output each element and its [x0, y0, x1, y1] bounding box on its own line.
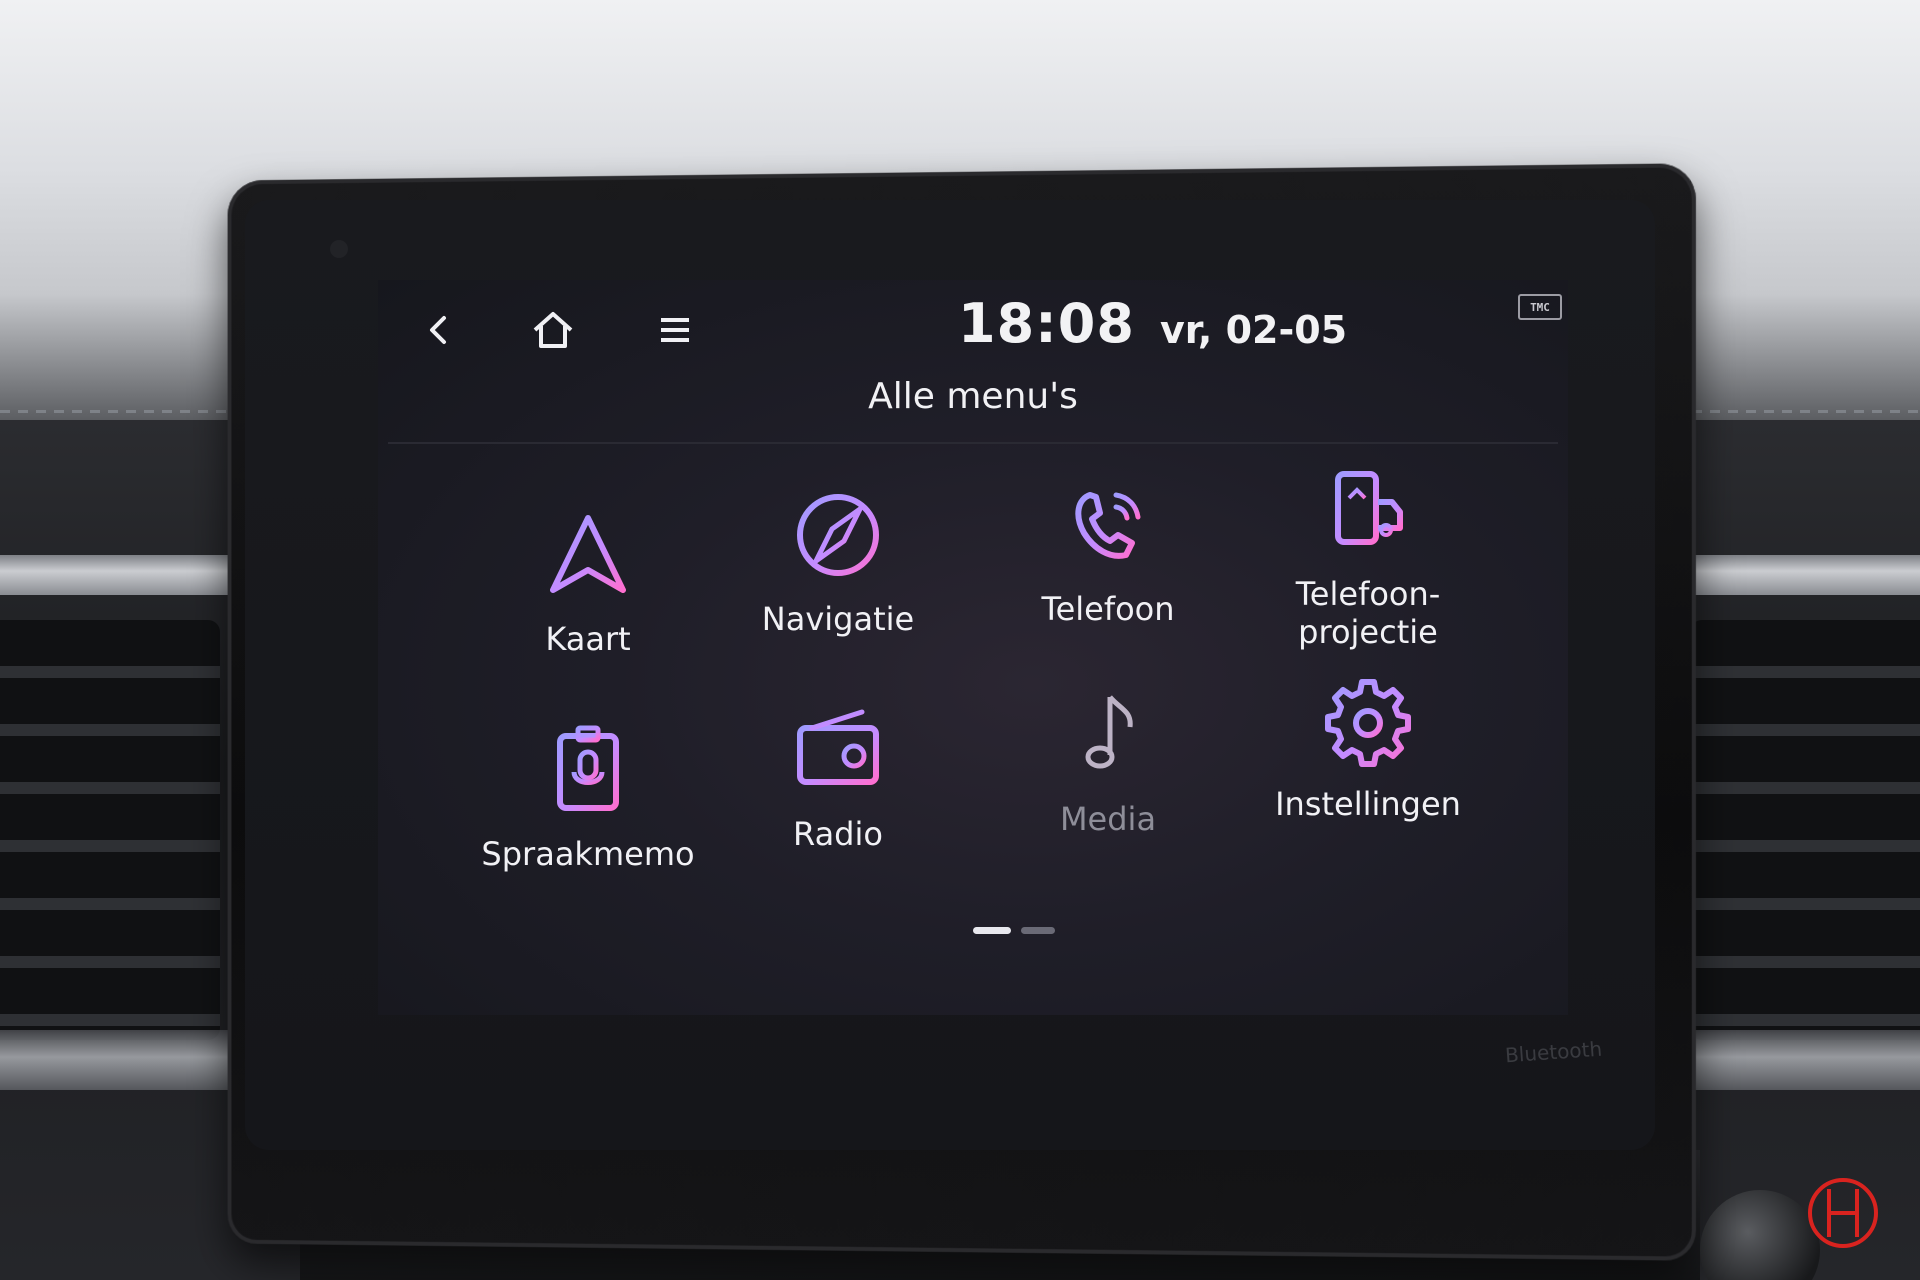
- phone-handset-icon: [1053, 470, 1163, 580]
- page-indicator-dot-active[interactable]: [973, 927, 1011, 934]
- car-dashboard-scene: Bluetooth 18:08 vr, 02-05 TMC Alle menu'…: [0, 0, 1920, 1280]
- header-divider: [388, 442, 1558, 444]
- home-button[interactable]: [518, 300, 588, 360]
- app-label: Telefoon- projectie: [1296, 575, 1441, 651]
- voice-memo-icon: [533, 715, 643, 825]
- app-label: Spraakmemo: [481, 835, 694, 873]
- page-indicator-dot[interactable]: [1021, 927, 1055, 934]
- app-label: Instellingen: [1275, 785, 1461, 823]
- app-tile-telefoonprojectie[interactable]: Telefoon- projectie: [1238, 455, 1498, 655]
- map-arrow-icon: [533, 500, 643, 610]
- menu-button[interactable]: [640, 300, 710, 360]
- status-bar: 18:08 vr, 02-05 TMC: [378, 280, 1568, 370]
- music-note-icon: [1053, 680, 1163, 790]
- infotainment-display: 18:08 vr, 02-05 TMC Alle menu's Kaart Na…: [378, 280, 1568, 1015]
- app-grid: Kaart Navigatie Telefoon Telefoon- proje…: [468, 480, 1528, 920]
- app-label: Telefoon: [1041, 590, 1174, 628]
- app-tile-instellingen[interactable]: Instellingen: [1238, 665, 1498, 865]
- watermark-logo-icon: [1805, 1175, 1881, 1251]
- app-tile-spraakmemo[interactable]: Spraakmemo: [438, 715, 738, 915]
- app-tile-navigatie[interactable]: Navigatie: [718, 480, 958, 680]
- back-chevron-icon: [418, 310, 458, 350]
- air-vent-right: [1690, 620, 1920, 1040]
- back-button[interactable]: [403, 300, 473, 360]
- app-label: Navigatie: [762, 600, 914, 638]
- page-indicator[interactable]: [973, 927, 1055, 934]
- phone-projection-icon: [1313, 455, 1423, 565]
- ambient-sensor: [330, 240, 348, 258]
- home-icon: [529, 308, 577, 352]
- app-tile-kaart[interactable]: Kaart: [468, 500, 708, 700]
- gear-icon: [1313, 665, 1423, 775]
- app-tile-media[interactable]: Media: [988, 680, 1228, 880]
- clock-time: 18:08: [958, 292, 1135, 355]
- menu-icon: [655, 312, 695, 348]
- app-tile-radio[interactable]: Radio: [718, 695, 958, 895]
- tmc-status-badge: TMC: [1518, 294, 1562, 320]
- app-label: Media: [1060, 800, 1156, 838]
- clock-date: vr, 02-05: [1160, 308, 1347, 352]
- page-title: Alle menu's: [378, 376, 1568, 417]
- app-label: Kaart: [545, 620, 630, 658]
- app-label: Radio: [793, 815, 883, 853]
- air-vent-left: [0, 620, 220, 1040]
- compass-icon: [783, 480, 893, 590]
- app-tile-telefoon[interactable]: Telefoon: [988, 470, 1228, 670]
- radio-icon: [783, 695, 893, 805]
